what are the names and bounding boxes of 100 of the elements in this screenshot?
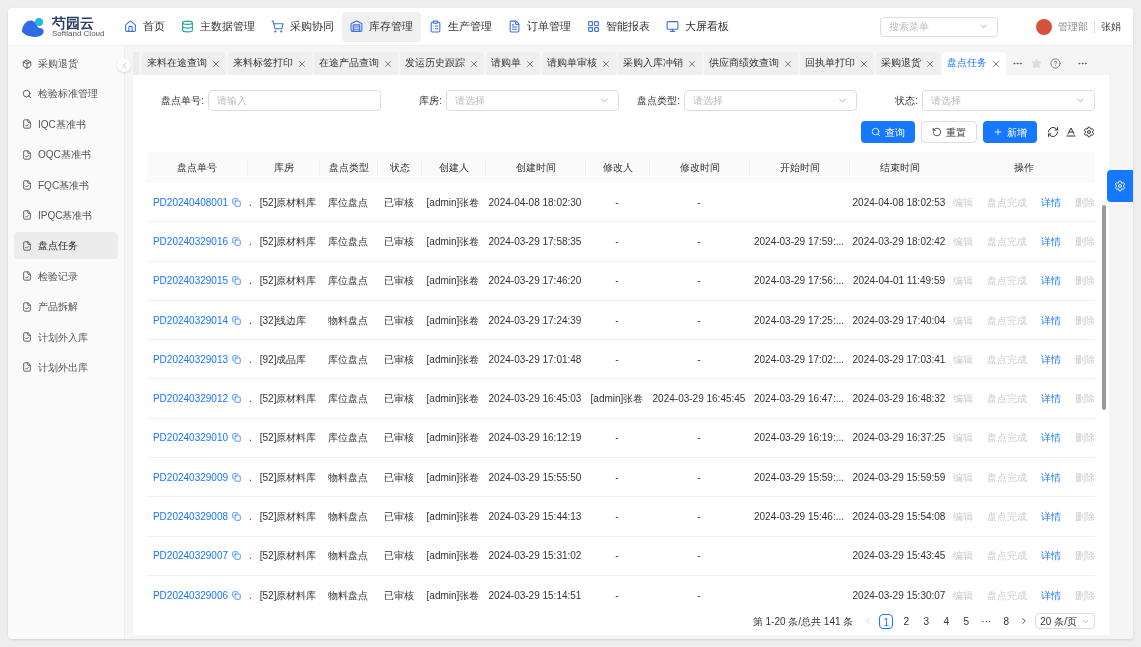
sidebar-item[interactable]: 盘点任务 (14, 232, 118, 260)
close-icon[interactable] (687, 58, 697, 69)
action-link[interactable]: 详情 (1041, 509, 1061, 524)
order-link[interactable]: PD20240329010 (152, 430, 229, 446)
copy-icon[interactable] (232, 276, 242, 286)
copy-icon[interactable] (232, 551, 242, 561)
tab[interactable]: 在途产品查询 (314, 52, 398, 75)
nav-item[interactable]: 订单管理 (500, 11, 579, 42)
page-button[interactable]: ··· (979, 613, 994, 629)
sidebar-item[interactable]: 计划外出库 (14, 353, 118, 381)
sidebar-item[interactable]: 检验记录 (14, 262, 118, 290)
copy-icon[interactable] (232, 236, 242, 246)
toolbar-button[interactable]: 查询 (861, 121, 915, 143)
toolbar-button[interactable]: 新增 (983, 121, 1037, 143)
close-icon[interactable] (525, 58, 535, 69)
nav-item[interactable]: 库存管理 (342, 11, 421, 42)
home-icon (124, 20, 137, 33)
toolbar-button[interactable]: 重置 (921, 121, 977, 143)
tab[interactable]: 请购单 (486, 52, 540, 75)
close-icon[interactable] (601, 58, 611, 69)
sidebar-item[interactable]: 检验标准管理 (14, 80, 118, 108)
order-link[interactable]: PD20240329009 (152, 469, 229, 485)
sidebar-item[interactable]: 采购退货 (14, 50, 118, 77)
close-icon[interactable] (991, 58, 1001, 69)
close-icon[interactable] (383, 58, 393, 69)
tab[interactable]: 采购退货 (876, 52, 940, 75)
order-link[interactable]: PD20240329015 (152, 273, 229, 289)
page-button[interactable]: 8 (999, 613, 1014, 629)
action-link[interactable]: 详情 (1041, 233, 1061, 249)
action-link[interactable]: 详情 (1041, 548, 1061, 564)
table-cell-text: [52]原材料库 (259, 195, 317, 210)
sidebar-item[interactable]: 计划外入库 (14, 323, 118, 351)
nav-item[interactable]: 采购协同 (263, 11, 342, 42)
row-mark: . (249, 352, 252, 367)
close-icon[interactable] (859, 58, 869, 69)
avatar[interactable] (1036, 18, 1052, 35)
refresh-icon[interactable] (1047, 126, 1059, 138)
tab[interactable]: 供应商绩效查询 (704, 52, 798, 75)
action-link[interactable]: 详情 (1041, 312, 1061, 328)
action-link[interactable]: 详情 (1041, 273, 1061, 289)
tab[interactable]: 回执单打印 (800, 52, 874, 75)
close-icon[interactable] (297, 58, 307, 69)
sidebar-item[interactable]: 产品拆解 (14, 293, 118, 321)
copy-icon[interactable] (232, 590, 242, 600)
action-link[interactable]: 详情 (1041, 194, 1061, 210)
close-icon[interactable] (469, 58, 479, 69)
star-icon[interactable] (1031, 58, 1042, 69)
page-button[interactable]: 5 (959, 613, 974, 629)
order-link[interactable]: PD20240329007 (152, 548, 229, 564)
table-cell-text: 2024-03-29 16:45:03 (488, 392, 582, 407)
table-cell-text: [32]线边库 (259, 313, 307, 328)
order-link[interactable]: PD20240329008 (152, 509, 229, 524)
sidebar-item[interactable]: OQC基准书 (14, 141, 118, 169)
close-icon[interactable] (925, 58, 935, 69)
settings-button[interactable] (1107, 170, 1133, 202)
sidebar-item[interactable]: IPQC基准书 (14, 201, 118, 229)
row-mark: . (249, 549, 252, 564)
nav-item[interactable]: 大屏看板 (658, 11, 737, 42)
nav-item[interactable]: 生产管理 (421, 11, 500, 42)
sidebar-item[interactable]: FQC基准书 (14, 171, 118, 199)
tab[interactable]: 发运历史跟踪 (400, 52, 484, 75)
tab[interactable]: 请购单审核 (542, 52, 616, 75)
page-button[interactable]: 3 (919, 613, 934, 629)
copy-icon[interactable] (232, 472, 242, 482)
page-button[interactable]: 2 (899, 613, 914, 629)
close-icon[interactable] (211, 58, 221, 69)
copy-icon[interactable] (232, 433, 242, 443)
order-link[interactable]: PD20240329014 (152, 312, 229, 328)
copy-icon[interactable] (232, 354, 242, 364)
sidebar-item[interactable]: IQC基准书 (14, 110, 118, 138)
nav-item[interactable]: 主数据管理 (173, 11, 263, 42)
order-link[interactable]: PD20240408001 (152, 194, 229, 210)
action-link[interactable]: 详情 (1041, 430, 1061, 446)
action-link[interactable]: 详情 (1041, 391, 1061, 407)
copy-icon[interactable] (232, 315, 242, 325)
action-link[interactable]: 详情 (1041, 351, 1061, 367)
help-icon[interactable] (1050, 58, 1061, 69)
copy-icon[interactable] (232, 512, 242, 521)
tab[interactable]: 盘点任务 (942, 52, 1006, 75)
tab[interactable]: 采购入库冲销 (618, 52, 702, 75)
settings-icon[interactable] (1083, 126, 1095, 138)
box-icon (22, 58, 32, 69)
close-icon[interactable] (783, 58, 793, 69)
tab[interactable]: 来料标签打印 (228, 52, 312, 75)
order-link[interactable]: PD20240329016 (152, 233, 229, 249)
page-size-select[interactable]: 20 条/页 (1035, 613, 1095, 629)
order-link[interactable]: PD20240329013 (152, 351, 229, 367)
action-link[interactable]: 详情 (1041, 587, 1061, 603)
copy-icon[interactable] (232, 394, 242, 404)
tab[interactable]: 来料在途查询 (142, 52, 226, 75)
nav-item[interactable]: 首页 (116, 11, 173, 42)
page-button[interactable]: 4 (939, 613, 954, 629)
copy-icon[interactable] (232, 197, 242, 207)
table-cell-text: 库位盘点 (328, 392, 368, 407)
order-link[interactable]: PD20240329012 (152, 391, 229, 407)
action-link[interactable]: 详情 (1041, 469, 1061, 485)
order-link[interactable]: PD20240329006 (152, 587, 229, 603)
density-icon[interactable] (1065, 126, 1077, 138)
page-button[interactable]: 1 (879, 613, 894, 629)
nav-item[interactable]: 智能报表 (579, 11, 658, 42)
